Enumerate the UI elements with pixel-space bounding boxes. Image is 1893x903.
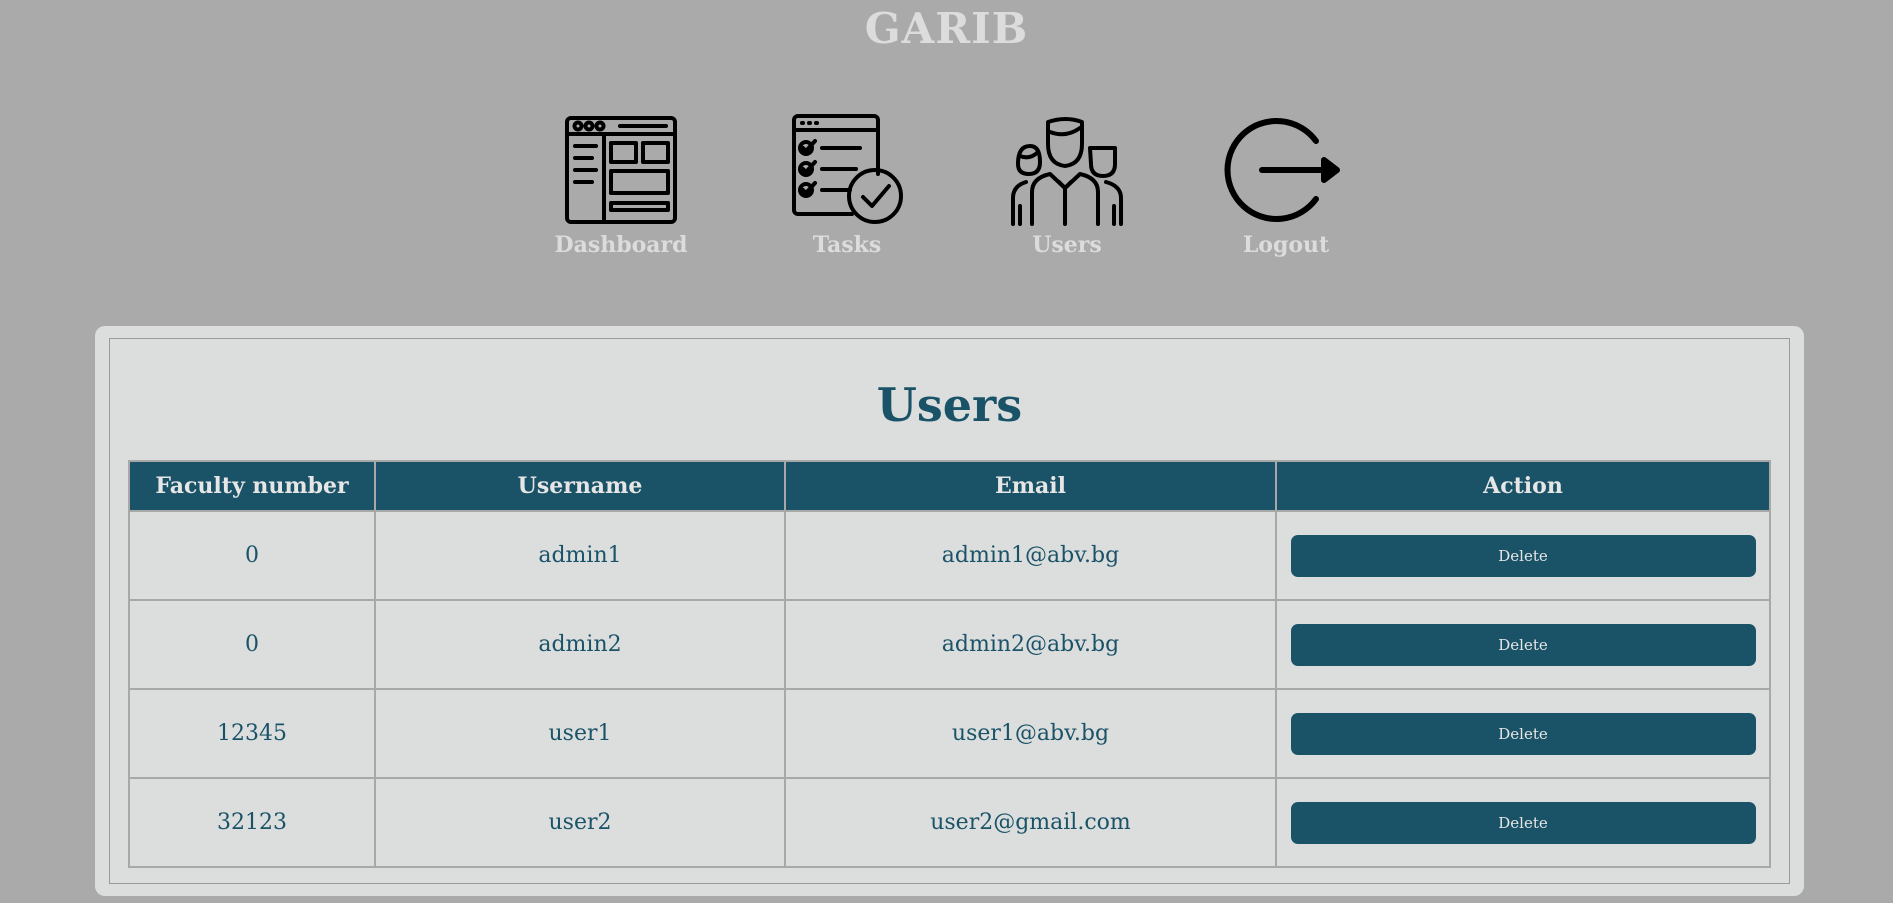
action-cell: Delete	[1275, 688, 1771, 779]
users-table: Faculty number Username Email Action 0 a…	[128, 460, 1771, 868]
table-row: 12345 user1 user1@abv.bg Delete	[128, 688, 1771, 779]
email-cell: admin2@abv.bg	[784, 599, 1277, 690]
users-panel-inner: Users Faculty number Username Email Acti…	[109, 338, 1790, 884]
username-cell: user2	[374, 777, 786, 868]
username-cell: admin2	[374, 599, 786, 690]
nav-tasks[interactable]: Tasks	[767, 114, 927, 258]
email-cell: user1@abv.bg	[784, 688, 1277, 779]
delete-button[interactable]: Delete	[1290, 801, 1756, 844]
nav-logout[interactable]: Logout	[1206, 114, 1366, 258]
users-group-icon	[1011, 117, 1123, 226]
users-panel: Users Faculty number Username Email Acti…	[95, 326, 1804, 896]
faculty-number-cell: 32123	[128, 777, 376, 868]
faculty-number-cell: 0	[128, 510, 376, 601]
dashboard-icon	[565, 116, 677, 224]
column-header-faculty-number: Faculty number	[128, 460, 376, 512]
faculty-number-cell: 0	[128, 599, 376, 690]
email-cell: admin1@abv.bg	[784, 510, 1277, 601]
delete-button[interactable]: Delete	[1290, 623, 1756, 666]
action-cell: Delete	[1275, 777, 1771, 868]
nav-label: Tasks	[812, 232, 882, 258]
nav-label: Logout	[1242, 232, 1330, 258]
username-cell: user1	[374, 688, 786, 779]
tasks-checklist-icon	[792, 114, 903, 224]
table-row: 0 admin2 admin2@abv.bg Delete	[128, 599, 1771, 690]
table-row: 32123 user2 user2@gmail.com Delete	[128, 777, 1771, 868]
delete-button[interactable]: Delete	[1290, 534, 1756, 577]
username-cell: admin1	[374, 510, 786, 601]
nav-label: Dashboard	[554, 232, 688, 258]
page-title: Users	[876, 378, 1023, 432]
column-header-email: Email	[784, 460, 1277, 512]
nav-label: Users	[1032, 232, 1102, 258]
logout-icon	[1224, 118, 1340, 222]
site-brand: GARIB	[864, 4, 1029, 53]
action-cell: Delete	[1275, 599, 1771, 690]
faculty-number-cell: 12345	[128, 688, 376, 779]
column-header-action: Action	[1275, 460, 1771, 512]
nav-users[interactable]: Users	[987, 114, 1147, 258]
action-cell: Delete	[1275, 510, 1771, 601]
table-row: 0 admin1 admin1@abv.bg Delete	[128, 510, 1771, 601]
column-header-username: Username	[374, 460, 786, 512]
email-cell: user2@gmail.com	[784, 777, 1277, 868]
nav-dashboard[interactable]: Dashboard	[541, 114, 701, 258]
delete-button[interactable]: Delete	[1290, 712, 1756, 755]
main-nav: Dashboard Tasks Users Logout	[0, 114, 1893, 264]
table-header-row: Faculty number Username Email Action	[128, 460, 1771, 512]
